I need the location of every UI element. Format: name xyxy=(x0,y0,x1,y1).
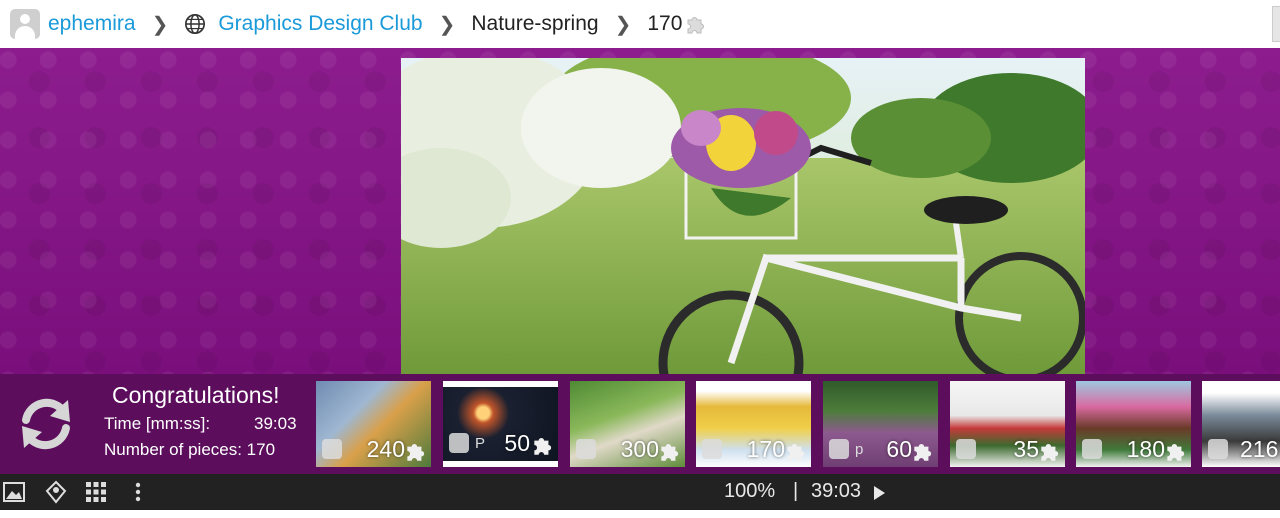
avatar-icon xyxy=(829,439,849,459)
avatar-icon xyxy=(1082,439,1102,459)
avatar-icon xyxy=(322,439,342,459)
piece-count: 216 xyxy=(1240,436,1279,462)
breadcrumb-pieces: 170 xyxy=(647,12,683,35)
congratulations-title: Congratulations! xyxy=(112,382,280,408)
breadcrumb: ephemira ❯ Graphics Design Club ❯ Nature… xyxy=(0,0,1280,48)
edge-pieces-icon[interactable] xyxy=(44,480,68,504)
image-icon[interactable] xyxy=(2,480,26,504)
avatar-icon[interactable] xyxy=(10,9,40,39)
zoom-level[interactable]: 100% xyxy=(724,480,775,503)
piece-count: 50 xyxy=(504,430,530,456)
puzzle-piece-icon xyxy=(914,443,932,461)
globe-icon xyxy=(185,14,206,34)
bicycle-basket-photo xyxy=(401,58,1085,374)
puzzle-thumbnail[interactable]: 216 xyxy=(1202,381,1280,467)
piece-count: 60 xyxy=(886,436,912,462)
puzzle-thumbnail[interactable]: p 60 xyxy=(823,381,938,467)
thumbnail-initial: P xyxy=(475,435,486,452)
breadcrumb-category[interactable]: Nature-spring xyxy=(471,12,598,36)
puzzle-piece-icon xyxy=(687,17,705,34)
avatar-icon xyxy=(576,439,596,459)
avatar-icon xyxy=(1208,439,1228,459)
breadcrumb-group-link[interactable]: Graphics Design Club xyxy=(218,12,422,36)
puzzle-thumbnail[interactable]: 180 xyxy=(1076,381,1191,467)
puzzle-board xyxy=(0,48,1280,374)
piece-count: 300 xyxy=(620,436,659,462)
toolbar-divider: | xyxy=(793,480,799,502)
puzzle-thumbnail[interactable]: 240 xyxy=(316,381,431,467)
breadcrumb-user-link[interactable]: ephemira xyxy=(48,12,136,36)
piece-count: 240 xyxy=(366,436,405,462)
more-vertical-icon[interactable] xyxy=(126,480,150,504)
puzzle-thumbnail[interactable]: 35 xyxy=(950,381,1065,467)
completed-puzzle-image xyxy=(401,58,1085,374)
piece-count: 170 xyxy=(746,436,785,462)
avatar-icon xyxy=(956,439,976,459)
side-panel-handle[interactable] xyxy=(1272,6,1280,42)
grid-icon[interactable] xyxy=(84,480,108,504)
chevron-right-icon: ❯ xyxy=(614,13,632,36)
puzzle-thumbnail[interactable]: 300 xyxy=(570,381,685,467)
game-toolbar: 100% | 39:03 xyxy=(0,474,1280,510)
timer: 39:03 xyxy=(811,480,862,502)
puzzle-piece-icon xyxy=(787,443,805,461)
puzzle-thumbnail[interactable]: 170 xyxy=(696,381,811,467)
time-label: Time [mm:ss]: xyxy=(104,414,211,433)
piece-count: 35 xyxy=(1013,436,1039,462)
time-value: 39:03 xyxy=(254,414,297,433)
puzzle-piece-icon xyxy=(661,443,679,461)
page-footer xyxy=(0,510,1280,518)
puzzle-piece-icon xyxy=(534,437,552,455)
play-icon[interactable] xyxy=(874,486,885,500)
chevron-right-icon: ❯ xyxy=(438,13,456,36)
puzzle-thumbnail[interactable]: 50 P xyxy=(443,381,558,467)
puzzle-piece-icon xyxy=(1167,443,1185,461)
chevron-right-icon: ❯ xyxy=(151,13,169,36)
refresh-icon[interactable] xyxy=(14,394,78,454)
puzzle-piece-icon xyxy=(1041,443,1059,461)
completion-panel: Congratulations! Time [mm:ss]: 39:03 Num… xyxy=(0,374,1280,474)
thumbnail-initial: p xyxy=(855,441,864,458)
pieces-count-label: Number of pieces: 170 xyxy=(104,440,276,459)
avatar-icon xyxy=(449,433,469,453)
avatar-icon xyxy=(702,439,722,459)
piece-count: 180 xyxy=(1126,436,1165,462)
puzzle-piece-icon xyxy=(407,443,425,461)
